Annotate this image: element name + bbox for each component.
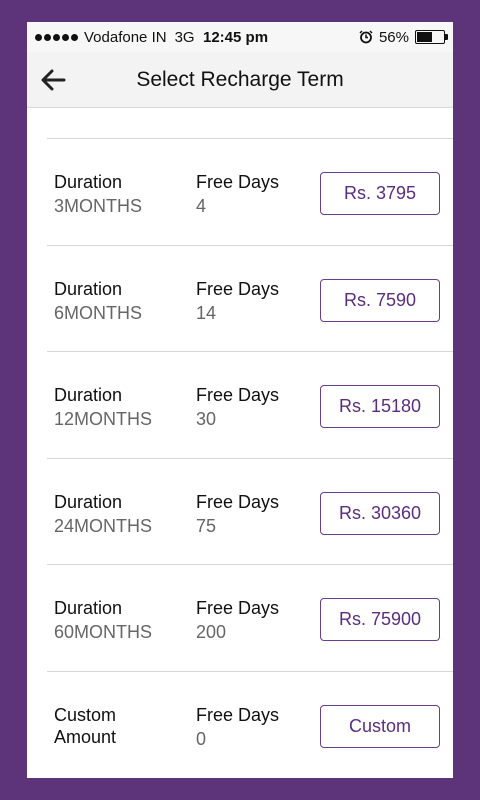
clock: 12:45 pm bbox=[203, 28, 269, 46]
duration-label: Duration bbox=[54, 278, 123, 299]
alarm-icon bbox=[359, 30, 373, 44]
free-days-label: Free Days bbox=[196, 491, 280, 512]
duration-label: Duration bbox=[54, 598, 123, 618]
price-button-60months[interactable]: Rs. 75900 bbox=[320, 598, 440, 641]
list-item: Duration 3MONTHS Free Days 4 Rs. 3795 bbox=[47, 139, 453, 246]
page-title: Select Recharge Term bbox=[136, 67, 344, 91]
duration-value: 24MONTHS bbox=[54, 515, 153, 536]
signal-strength-icon bbox=[35, 33, 78, 41]
list-item: Duration 6MONTHS Free Days 14 Rs. 7590 bbox=[47, 246, 453, 352]
list-top-spacer bbox=[47, 108, 453, 139]
price-button-24months[interactable]: Rs. 30360 bbox=[320, 491, 440, 535]
custom-button[interactable]: Custom bbox=[320, 704, 440, 748]
free-days-label: Free Days bbox=[196, 278, 280, 299]
free-days-value: 4 bbox=[196, 196, 207, 216]
free-days-value: 75 bbox=[196, 515, 217, 536]
battery-icon bbox=[415, 30, 448, 44]
list-item-custom: Custom Amount Free Days 0 Custom bbox=[47, 672, 453, 779]
duration-value: 12MONTHS bbox=[54, 409, 153, 429]
price-button-6months[interactable]: Rs. 7590 bbox=[320, 278, 440, 322]
duration-label: Duration bbox=[54, 491, 123, 512]
battery-percent: 56% bbox=[378, 28, 409, 46]
free-days-label: Free Days bbox=[196, 385, 280, 405]
free-days-label: Free Days bbox=[196, 172, 280, 192]
network-type: 3G bbox=[174, 28, 195, 46]
free-days-label: Free Days bbox=[196, 704, 280, 725]
duration-label: Duration bbox=[54, 172, 123, 192]
free-days-value: 30 bbox=[196, 409, 217, 429]
list-item: Duration 12MONTHS Free Days 30 Rs. 15180 bbox=[47, 352, 453, 459]
carrier-name: Vodafone IN bbox=[84, 28, 167, 46]
free-days-label: Free Days bbox=[196, 598, 280, 618]
list-item: Duration 60MONTHS Free Days 200 Rs. 7590… bbox=[47, 565, 453, 672]
duration-value: 6MONTHS bbox=[54, 302, 143, 323]
recharge-term-list: Duration 3MONTHS Free Days 4 Rs. 3795 Du… bbox=[27, 108, 453, 778]
phone-screen: Vodafone IN 3G 12:45 pm 56% Select Recha… bbox=[27, 22, 453, 778]
free-days-value: 200 bbox=[196, 622, 227, 642]
arrow-left-icon bbox=[41, 69, 66, 91]
app-header: Select Recharge Term bbox=[27, 52, 453, 108]
list-item: Duration 24MONTHS Free Days 75 Rs. 30360 bbox=[47, 459, 453, 565]
custom-amount-label: Custom Amount bbox=[54, 704, 117, 747]
price-button-3months[interactable]: Rs. 3795 bbox=[320, 172, 440, 215]
price-button-12months[interactable]: Rs. 15180 bbox=[320, 385, 440, 428]
status-bar: Vodafone IN 3G 12:45 pm 56% bbox=[27, 22, 453, 52]
duration-value: 60MONTHS bbox=[54, 622, 153, 642]
duration-value: 3MONTHS bbox=[54, 196, 143, 216]
duration-label: Duration bbox=[54, 385, 123, 405]
free-days-value: 14 bbox=[196, 302, 217, 323]
free-days-value: 0 bbox=[196, 728, 207, 749]
back-button[interactable] bbox=[39, 66, 67, 94]
